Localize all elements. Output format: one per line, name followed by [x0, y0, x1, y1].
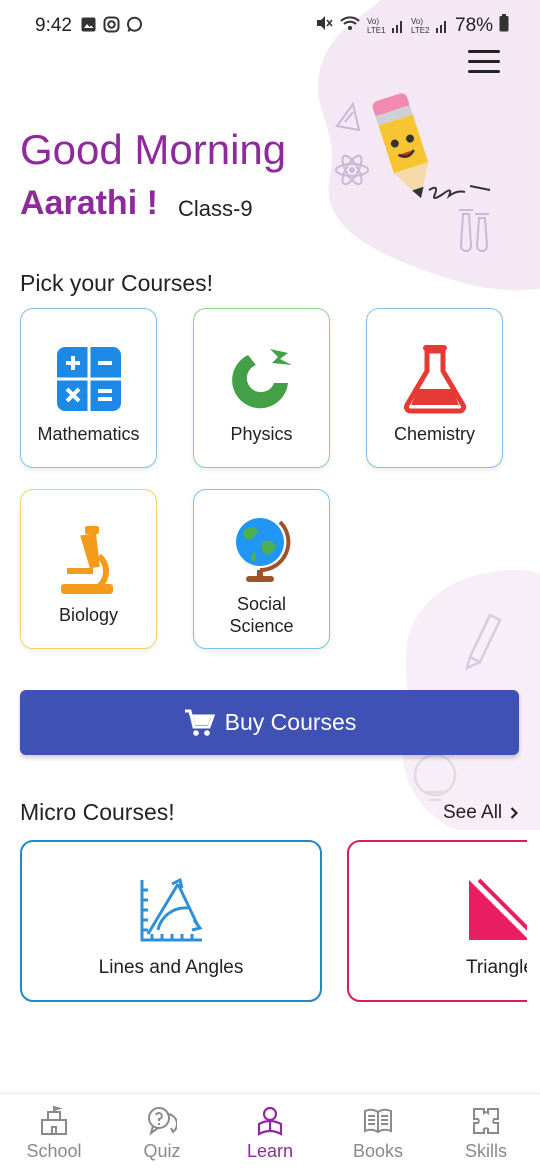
user-name: Aarathi !	[20, 184, 158, 222]
course-label: Chemistry	[393, 424, 475, 444]
nav-label: School	[26, 1141, 82, 1161]
micro-card-triangle[interactable]: Triangle	[347, 840, 527, 1002]
protractor-icon	[140, 877, 203, 942]
nav-label: Skills	[464, 1141, 507, 1161]
gallery-icon	[80, 16, 97, 33]
course-card-mathematics[interactable]: Mathematics	[20, 308, 157, 468]
course-card-biology[interactable]: Biology	[20, 489, 157, 649]
whatsapp-icon	[126, 16, 143, 33]
course-label: Physics	[230, 424, 293, 444]
see-all-label: See All	[443, 802, 503, 823]
course-card-chemistry[interactable]: Chemistry	[366, 308, 503, 468]
instagram-icon	[103, 16, 120, 33]
signal-sim2: Vo) LTE2	[411, 17, 449, 35]
microscope-icon	[61, 526, 113, 594]
courses-section-title: Pick your Courses!	[20, 270, 214, 296]
status-time: 9:42	[35, 15, 72, 36]
micro-courses-carousel[interactable]: Lines and Angles Triangle	[0, 835, 527, 1010]
status-bar: 9:42 Vo) LTE1 Vo) LTE2 78%	[0, 0, 540, 50]
nav-label: Quiz	[143, 1141, 181, 1161]
course-label: Mathematics	[37, 424, 140, 444]
micro-card-lines-and-angles[interactable]: Lines and Angles	[20, 840, 322, 1002]
course-label: Biology	[58, 605, 119, 625]
micro-course-label: Lines and Angles	[98, 957, 244, 978]
bottom-navigation: School Quiz Learn Books Skills	[0, 1093, 540, 1170]
school-icon	[41, 1106, 67, 1135]
course-label: Social Science	[229, 594, 294, 636]
learn-icon	[257, 1106, 283, 1136]
books-icon	[364, 1108, 392, 1134]
battery-level: 78%	[455, 14, 494, 36]
buy-courses-label: Buy Courses	[224, 709, 357, 735]
class-label: Class-9	[178, 196, 253, 221]
signal-sim1: Vo) LTE1	[367, 17, 405, 35]
nav-item-skills[interactable]: Skills	[432, 1094, 540, 1170]
quiz-icon	[148, 1107, 177, 1136]
course-card-social-science[interactable]: Social Science	[193, 489, 330, 649]
nav-label: Learn	[246, 1141, 294, 1161]
magnet-icon	[232, 349, 292, 409]
greeting-text: Good Morning	[20, 126, 287, 173]
cart-icon	[184, 709, 215, 736]
nav-item-books[interactable]: Books	[324, 1094, 432, 1170]
hamburger-menu-icon[interactable]	[464, 46, 504, 78]
chevron-right-icon	[510, 807, 519, 819]
nav-item-school[interactable]: School	[0, 1094, 108, 1170]
nav-item-learn[interactable]: Learn	[216, 1094, 324, 1170]
micro-course-label: Triangle	[466, 957, 527, 978]
pencil-mascot-illustration	[335, 93, 491, 252]
mute-icon	[315, 14, 333, 37]
flask-icon	[403, 345, 467, 414]
wifi-icon	[339, 14, 361, 37]
puzzle-icon	[473, 1108, 499, 1134]
calculator-icon	[57, 347, 121, 411]
nav-item-quiz[interactable]: Quiz	[108, 1094, 216, 1170]
course-card-physics[interactable]: Physics	[193, 308, 330, 468]
see-all-link[interactable]: See All	[443, 802, 519, 824]
buy-courses-button[interactable]: Buy Courses	[20, 690, 519, 755]
micro-courses-title: Micro Courses!	[20, 799, 175, 825]
triangle-ruler-icon	[469, 878, 527, 940]
battery-icon	[499, 14, 509, 37]
nav-label: Books	[352, 1141, 404, 1161]
globe-icon	[236, 518, 291, 582]
